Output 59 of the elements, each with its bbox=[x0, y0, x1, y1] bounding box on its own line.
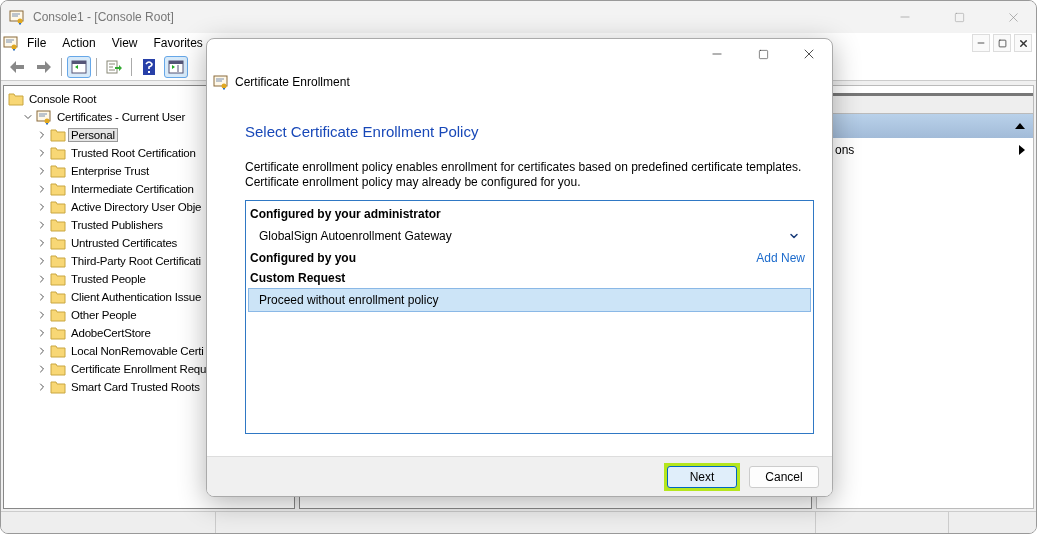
tree-item[interactable]: Enterprise Trust bbox=[68, 164, 152, 178]
tree-item[interactable]: Other People bbox=[68, 308, 140, 322]
folder-icon bbox=[50, 164, 66, 178]
tree-item[interactable]: Console Root bbox=[26, 92, 100, 106]
folder-icon bbox=[50, 218, 66, 232]
folder-icon bbox=[50, 344, 66, 358]
tree-item[interactable]: Trusted People bbox=[68, 272, 149, 286]
console-icon bbox=[3, 35, 19, 51]
up-triangle-icon bbox=[1015, 123, 1025, 129]
window-title: Console1 - [Console Root] bbox=[33, 10, 175, 24]
tree-item[interactable]: Client Authentication Issue bbox=[68, 290, 205, 304]
folder-icon bbox=[50, 200, 66, 214]
page-heading: Select Certificate Enrollment Policy bbox=[245, 123, 480, 140]
menu-item[interactable]: File bbox=[19, 36, 55, 50]
certificate-icon bbox=[213, 74, 229, 90]
tree-item[interactable]: Active Directory User Obje bbox=[68, 200, 205, 214]
tree-item[interactable]: Untrusted Certificates bbox=[68, 236, 181, 250]
folder-icon bbox=[50, 254, 66, 268]
description-text: Certificate enrollment policy may already be configured for you. bbox=[245, 175, 582, 190]
tree-item[interactable]: Smart Card Trusted Roots bbox=[68, 380, 203, 394]
close-icon[interactable] bbox=[1014, 34, 1032, 52]
menu-item[interactable]: Action bbox=[54, 36, 104, 50]
policy-item[interactable]: GlobalSign Autoenrollment Gateway bbox=[248, 224, 811, 248]
menu-item[interactable]: View bbox=[103, 36, 146, 50]
tree-item[interactable]: Third-Party Root Certificati bbox=[68, 254, 204, 268]
folder-icon bbox=[50, 272, 66, 286]
dialog-title: Certificate Enrollment bbox=[235, 75, 350, 89]
folder-icon bbox=[50, 146, 66, 160]
folder-icon bbox=[50, 128, 66, 142]
group-heading: Configured by your administrator bbox=[250, 207, 441, 221]
policy-item[interactable]: Proceed without enrollment policy bbox=[248, 288, 811, 312]
folder-icon bbox=[50, 380, 66, 394]
tree-item[interactable]: Intermediate Certification bbox=[68, 182, 197, 196]
dialog-button[interactable]: Next bbox=[667, 465, 737, 488]
dialog-button[interactable]: Cancel bbox=[749, 465, 819, 488]
tree-item[interactable]: Trusted Root Certification bbox=[68, 146, 199, 160]
folder-icon bbox=[50, 290, 66, 304]
description-text: Certificate enrollment policy enables enrollment for certificates based on predefined certificate templates. bbox=[245, 160, 803, 175]
minimize-icon[interactable] bbox=[972, 34, 990, 52]
folder-icon bbox=[50, 362, 66, 376]
folder-icon bbox=[50, 182, 66, 196]
certificate-icon bbox=[36, 109, 52, 125]
tree-item[interactable]: Certificate Enrollment Requ bbox=[68, 362, 210, 376]
group-heading: Custom Request bbox=[250, 271, 346, 285]
tree-item[interactable]: AdobeCertStore bbox=[68, 326, 154, 340]
console-icon bbox=[9, 9, 25, 25]
action-label[interactable]: ons bbox=[835, 143, 855, 157]
tree-item[interactable]: Personal bbox=[68, 128, 118, 142]
panel-icon[interactable] bbox=[67, 55, 91, 78]
panel-icon[interactable] bbox=[164, 55, 188, 78]
folder-icon bbox=[8, 92, 24, 106]
group-heading: Configured by you bbox=[250, 251, 356, 265]
tree-item[interactable]: Trusted Publishers bbox=[68, 218, 166, 232]
tree-item[interactable]: Certificates - Current User bbox=[54, 110, 189, 124]
add-new-link[interactable]: Add New bbox=[756, 251, 805, 265]
folder-icon bbox=[50, 236, 66, 250]
folder-icon bbox=[50, 326, 66, 340]
tree-item[interactable]: Local NonRemovable Certi bbox=[68, 344, 207, 358]
folder-icon bbox=[50, 308, 66, 322]
